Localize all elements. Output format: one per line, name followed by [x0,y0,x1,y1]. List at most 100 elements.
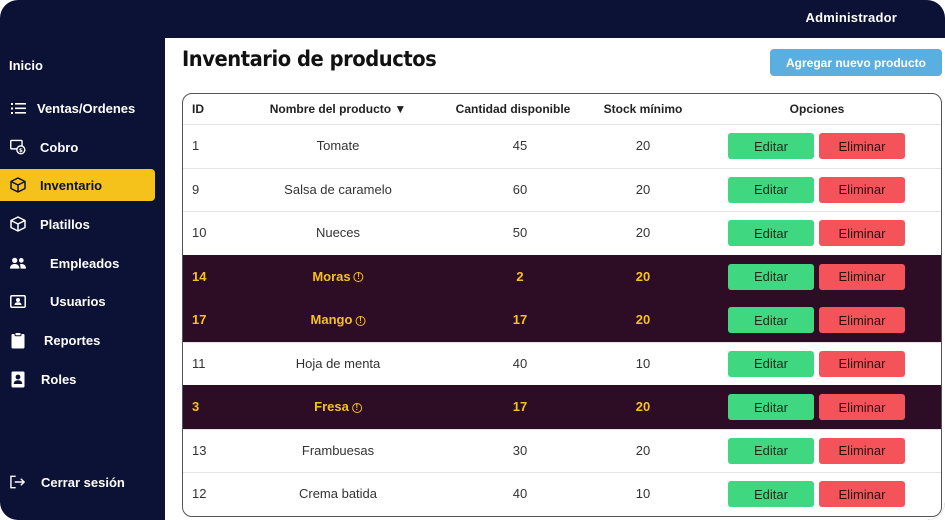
add-product-button[interactable]: Agregar nuevo producto [770,49,942,76]
cell-min-stock-text: 20 [635,181,651,197]
cell-name-text: Salsa de caramelo [284,181,392,197]
app-frame: Administrador Inicio Ventas/Ordenes $ Co… [0,0,945,520]
delete-button[interactable]: Eliminar [819,437,905,464]
cell-quantity: 30 [513,443,527,458]
delete-button[interactable]: Eliminar [819,394,905,420]
cell-id: 13 [192,443,206,458]
cell-name-text: Hoja de menta [295,355,381,371]
inventory-table: ID Nombre del producto ▼ Cantidad dispon… [182,93,942,517]
cell-name: Fresa! [314,399,362,414]
column-header-name[interactable]: Nombre del producto ▼ [270,102,407,116]
edit-button[interactable]: Editar [728,176,814,203]
cell-quantity-text: 30 [512,442,528,458]
sidebar-item-cobro[interactable]: $ Cobro [0,131,155,163]
cell-id: 1 [192,138,199,153]
cell-name: Mango! [311,312,366,327]
logout-button[interactable]: Cerrar sesión [0,466,155,498]
edit-button[interactable]: Editar [728,307,814,333]
table-row: 14 Moras! 2 20 Editar Eliminar [183,254,941,298]
sidebar-item-platillos[interactable]: Platillos [0,208,155,240]
cell-name-text: Moras [312,268,351,284]
badge-icon [10,371,26,387]
cell-quantity: 2 [516,269,523,284]
edit-button[interactable]: Editar [728,220,814,246]
box-icon [10,216,26,232]
edit-button[interactable]: Editar [728,481,814,507]
cell-id-text: 10 [192,225,207,240]
delete-button[interactable]: Eliminar [819,220,905,246]
clipboard-icon [10,331,26,348]
sidebar-item-ventas[interactable]: Ventas/Ordenes [0,92,155,124]
sidebar-item-usuarios[interactable]: Usuarios [0,285,155,317]
delete-button[interactable]: Eliminar [819,263,905,290]
cell-min-stock: 20 [636,312,650,327]
cell-name: Nueces [316,225,360,240]
logout-label: Cerrar sesión [41,475,125,490]
cell-name: Salsa de caramelo [284,182,392,197]
cell-quantity: 60 [513,182,527,197]
cell-name-text: Tomate [316,138,360,153]
cell-quantity-text: 17 [512,399,528,414]
cell-min-stock-text: 20 [635,442,651,458]
cell-id-text: 14 [192,268,207,284]
cell-min-stock: 20 [636,269,650,284]
sidebar-item-inventario[interactable]: Inventario [0,169,155,201]
cell-min-stock-text: 20 [635,138,651,153]
cell-id-text: 17 [192,312,207,327]
cell-min-stock: 20 [636,399,650,414]
edit-button[interactable]: Editar [728,394,814,420]
info-circle-icon: ! [355,315,366,326]
table-row: 12 Crema batida 40 10 Editar Eliminar [183,472,941,516]
cell-min-stock: 20 [636,443,650,458]
sidebar-item-label: Usuarios [50,294,106,309]
cell-name-text: Fresa [314,399,349,414]
cell-id: 10 [192,225,206,240]
edit-button[interactable]: Editar [728,133,814,159]
table-row: 1 Tomate 45 20 Editar Eliminar [183,124,941,168]
delete-button[interactable]: Eliminar [819,133,905,159]
list-icon [10,100,26,116]
logout-icon [10,474,26,490]
cell-min-stock-text: 10 [635,486,651,501]
svg-text:$: $ [19,148,23,154]
user-role-label[interactable]: Administrador [806,10,897,25]
cell-quantity: 45 [513,138,527,153]
cell-id-text: 12 [192,486,207,501]
sidebar-item-inicio[interactable]: Inicio [9,58,43,73]
delete-button[interactable]: Eliminar [819,307,905,333]
edit-button[interactable]: Editar [728,437,814,464]
cell-name: Tomate [317,138,360,153]
sidebar-item-empleados[interactable]: Empleados [0,247,155,279]
delete-button[interactable]: Eliminar [819,350,905,377]
cell-name: Frambuesas [302,443,374,458]
sidebar: Inicio Ventas/Ordenes $ Cobro Inventario… [0,38,165,520]
cell-id: 17 [192,312,206,327]
sidebar-item-roles[interactable]: Roles [0,363,155,395]
cell-min-stock-text: 20 [635,268,651,284]
box-icon [10,177,26,193]
cell-id-text: 11 [192,355,206,371]
cell-id: 12 [192,486,206,501]
cell-quantity: 50 [513,225,527,240]
cell-name: Moras! [312,268,364,284]
cell-quantity-text: 2 [516,268,524,284]
edit-button[interactable]: Editar [728,263,814,290]
cell-min-stock: 10 [636,356,650,371]
table-row: 9 Salsa de caramelo 60 20 Editar Eliminar [183,167,941,212]
column-header-min-stock: Stock mínimo [603,102,683,116]
cell-quantity-text: 40 [512,355,528,371]
edit-button[interactable]: Editar [728,350,814,377]
cell-id-text: 3 [192,399,200,414]
table-row: 11 Hoja de menta 40 10 Editar Eliminar [183,341,941,386]
sidebar-item-reportes[interactable]: Reportes [0,324,155,356]
sidebar-item-label: Ventas/Ordenes [37,101,136,116]
main-panel: Inventario de productos Agregar nuevo pr… [165,38,945,520]
table-row: 17 Mango! 17 20 Editar Eliminar [183,298,941,342]
cell-id: 3 [192,399,199,414]
sidebar-item-label: Empleados [50,256,120,271]
delete-button[interactable]: Eliminar [819,176,905,203]
cell-quantity-text: 60 [512,181,528,197]
delete-button[interactable]: Eliminar [819,481,905,507]
table-row: 10 Nueces 50 20 Editar Eliminar [183,211,941,255]
cell-min-stock-text: 10 [635,355,651,371]
